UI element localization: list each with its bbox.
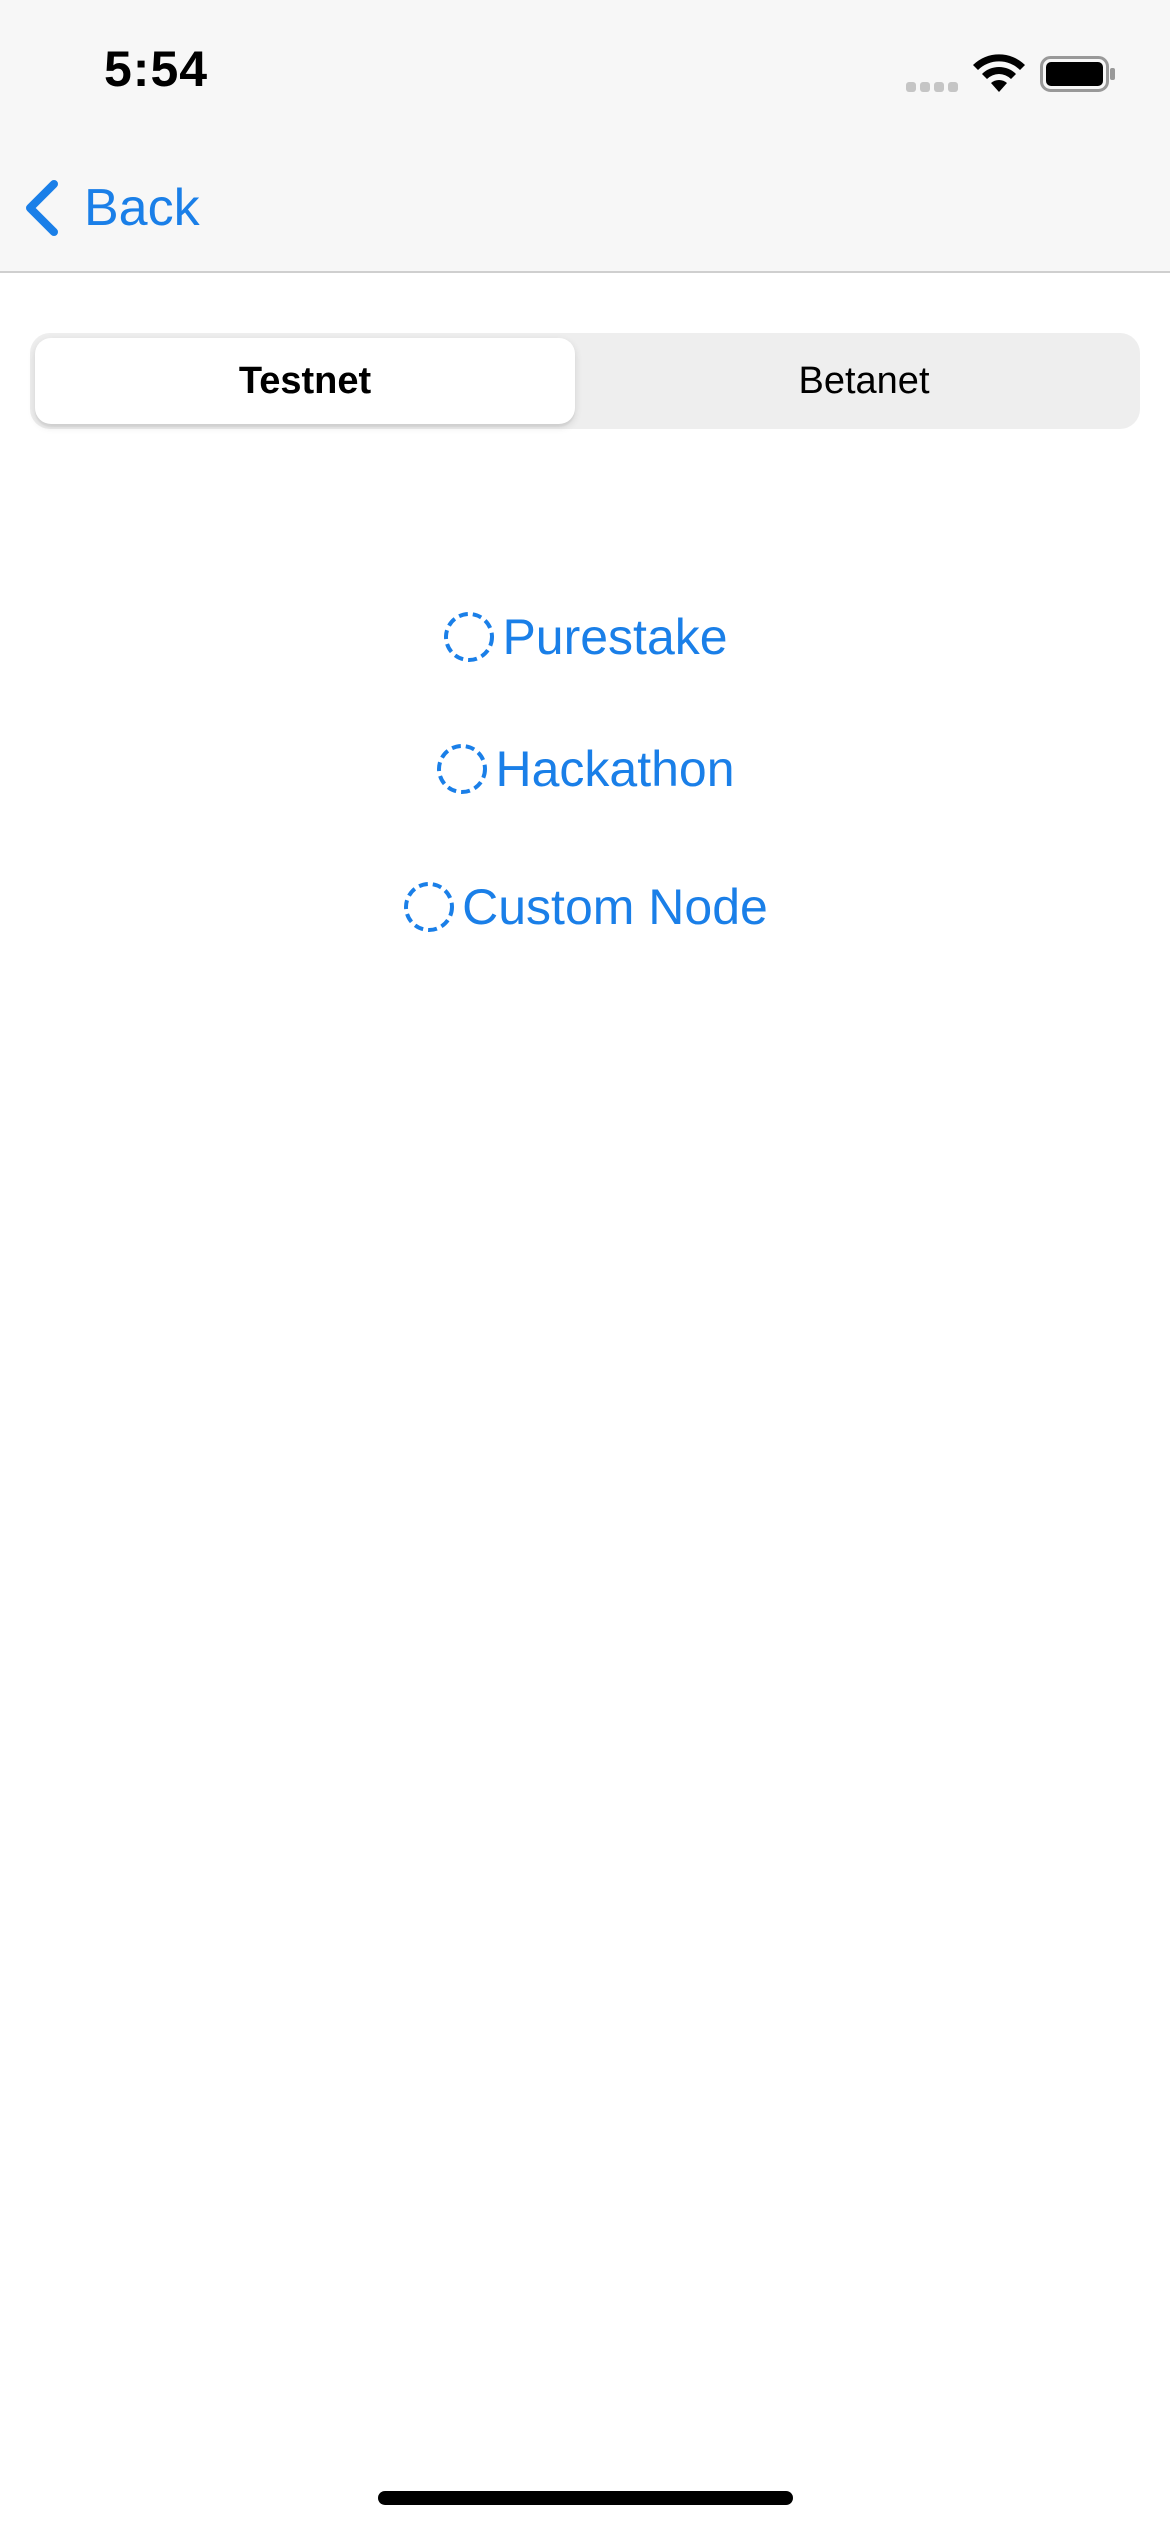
battery-icon	[1040, 56, 1115, 92]
status-time: 5:54	[104, 41, 209, 97]
back-button[interactable]: Back	[22, 172, 200, 244]
chevron-left-icon	[26, 180, 58, 236]
dashed-circle-icon	[444, 612, 495, 662]
dashed-circle-icon	[437, 744, 488, 794]
navigation-bar: 5:54 Back	[0, 0, 1170, 273]
dashed-circle-icon	[404, 882, 455, 932]
node-option-label: Custom Node	[462, 879, 768, 935]
node-option-hackathon[interactable]: Hackathon	[0, 729, 1170, 809]
segment-betanet[interactable]: Betanet	[593, 338, 1135, 424]
home-indicator[interactable]	[378, 2491, 793, 2505]
node-option-custom-node[interactable]: Custom Node	[0, 867, 1170, 947]
cellular-signal-icon	[906, 82, 960, 92]
node-option-purestake[interactable]: Purestake	[0, 597, 1170, 677]
wifi-icon	[973, 54, 1025, 92]
screen: 5:54 Back Testnet Betanet Purestake Hack…	[0, 0, 1170, 2532]
network-segmented-control: Testnet Betanet	[30, 333, 1140, 429]
segment-testnet[interactable]: Testnet	[35, 338, 575, 424]
node-option-label: Purestake	[502, 609, 728, 665]
node-option-label: Hackathon	[495, 741, 735, 797]
back-label: Back	[84, 179, 200, 237]
